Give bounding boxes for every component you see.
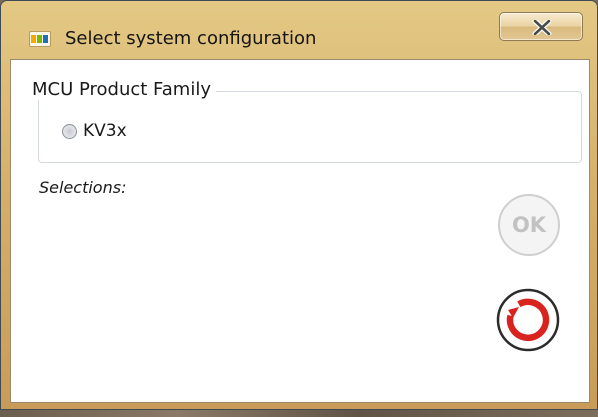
reset-icon xyxy=(496,288,560,352)
background-strip xyxy=(0,410,598,417)
selections-label: Selections: xyxy=(39,178,127,197)
dialog-window: Select system configuration MCU Product … xyxy=(0,0,598,410)
group-legend: MCU Product Family xyxy=(27,79,216,100)
dialog-content: MCU Product Family KV3x Selections: OK xyxy=(10,59,590,403)
close-icon xyxy=(532,20,552,35)
reset-button[interactable] xyxy=(496,288,560,352)
radio-option-kv3x[interactable]: KV3x xyxy=(62,118,127,144)
close-button[interactable] xyxy=(499,12,583,41)
ok-button[interactable]: OK xyxy=(498,194,560,256)
radio-button[interactable] xyxy=(62,123,77,139)
window-title: Select system configuration xyxy=(65,28,317,49)
nxp-logo-icon xyxy=(29,31,51,47)
ok-button-label: OK xyxy=(511,213,547,237)
title-bar[interactable]: Select system configuration xyxy=(1,1,597,59)
radio-label: KV3x xyxy=(83,121,127,141)
